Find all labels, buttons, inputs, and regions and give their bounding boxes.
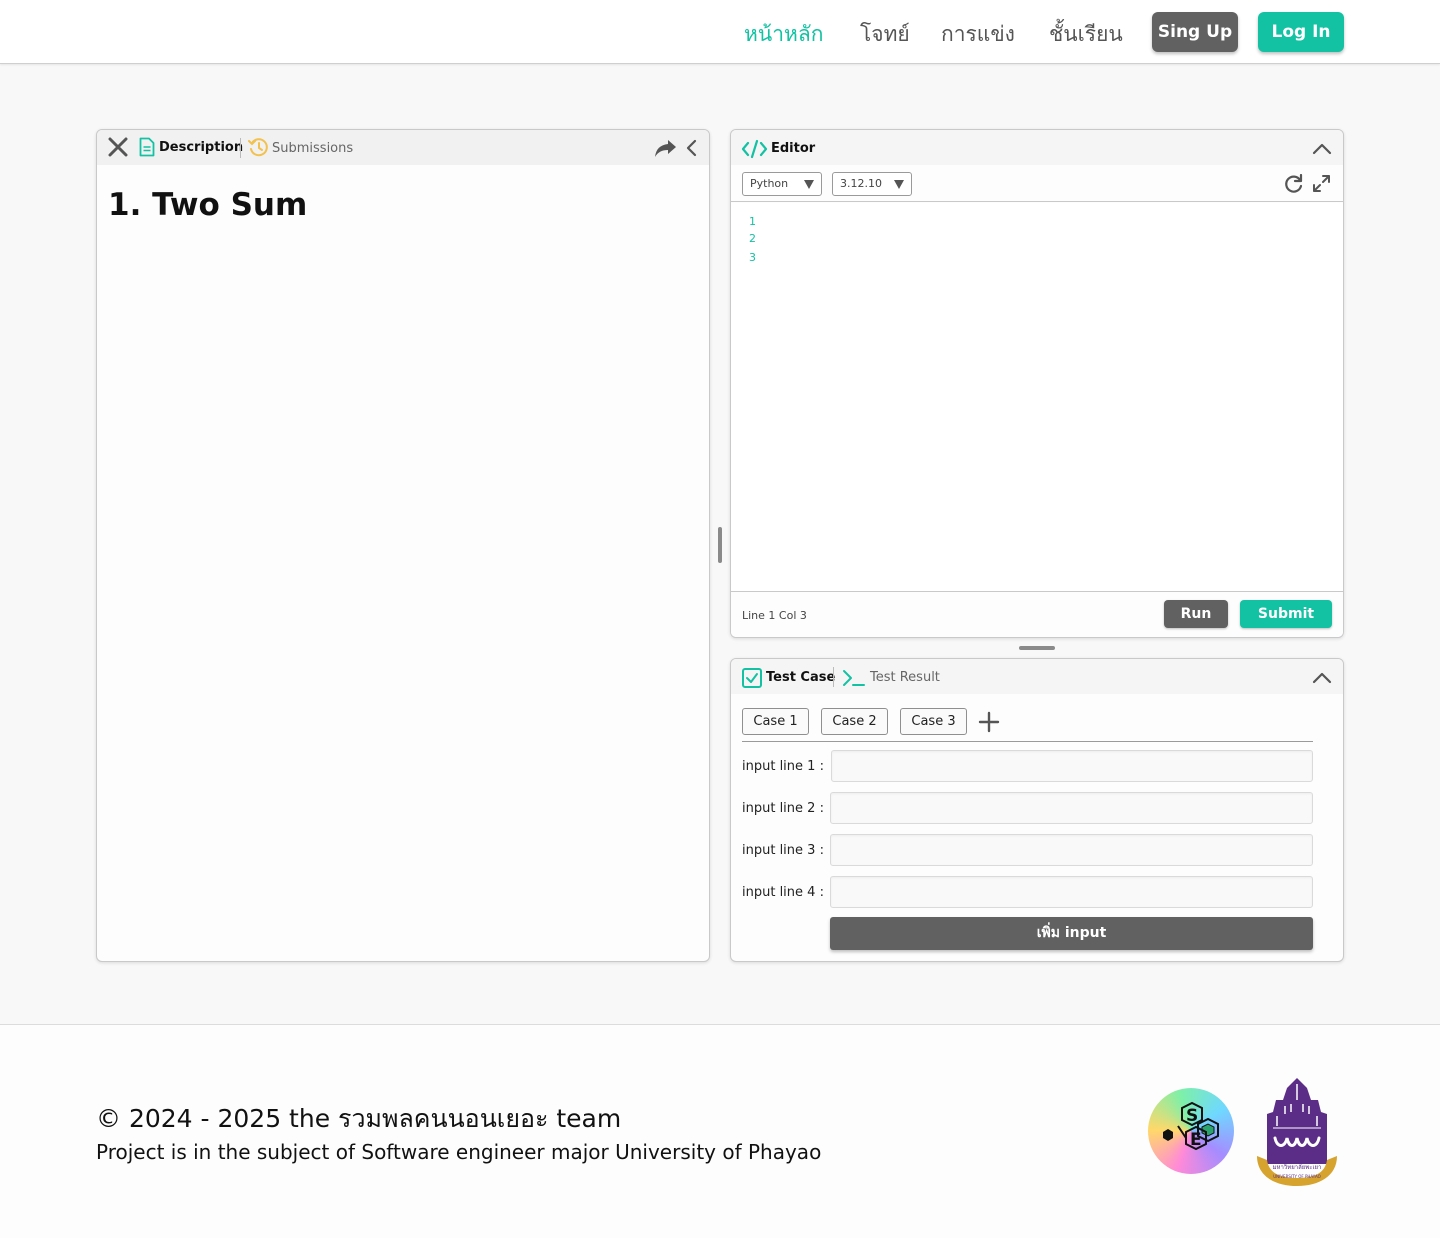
university-logo: มหาวิทยาลัยพะเยา UNIVERSITY OF PHAYAO — [1255, 1076, 1339, 1188]
run-button[interactable]: Run — [1164, 600, 1228, 628]
input-line-label: input line 1 : — [742, 759, 824, 774]
add-case-plus-icon[interactable] — [978, 711, 1000, 733]
code-icon — [741, 139, 768, 159]
document-icon — [139, 137, 155, 157]
testcase-panel: Test Case Test Result Case 1 Case 2 Case… — [730, 658, 1344, 962]
se-logo-letter: S — [1186, 1106, 1199, 1126]
history-icon — [248, 137, 269, 158]
top-navbar: หน้าหลัก โจทย์ การแข่ง ชั้นเรียน Sing Up… — [0, 0, 1440, 64]
page-footer: © 2024 - 2025 the รวมพลคนนอนเยอะ team Pr… — [0, 1024, 1440, 1238]
input-line-field[interactable] — [831, 750, 1313, 782]
line-number: 1 — [749, 215, 756, 228]
tab-submissions[interactable]: Submissions — [272, 141, 353, 156]
chevron-up-icon[interactable] — [1312, 141, 1332, 155]
problem-title: 1. Two Sum — [108, 187, 308, 223]
nav-problems-link[interactable]: โจทย์ — [860, 18, 910, 51]
version-select-value: 3.12.10 — [840, 177, 882, 190]
input-line-label: input line 2 : — [742, 801, 824, 816]
se-logo-letter: E — [1190, 1130, 1202, 1150]
code-area[interactable]: 1 2 3 — [731, 203, 1343, 591]
dropdown-arrow-icon — [894, 180, 904, 189]
expand-icon[interactable] — [1313, 175, 1330, 192]
version-select[interactable]: 3.12.10 — [832, 172, 912, 196]
tab-divider — [240, 138, 241, 158]
submit-button[interactable]: Submit — [1240, 600, 1332, 628]
case-tab-1[interactable]: Case 1 — [742, 708, 809, 735]
close-icon[interactable] — [108, 137, 128, 157]
editor-toolbar: Python 3.12.10 — [731, 165, 1343, 202]
university-logo-subtext: UNIVERSITY OF PHAYAO — [1273, 1174, 1321, 1179]
problem-panel: Description Submissions 1. Two Sum — [96, 129, 710, 962]
problem-panel-header: Description Submissions — [97, 130, 709, 165]
add-input-button[interactable]: เพิ่ม input — [830, 917, 1313, 950]
editor-footer: Line 1 Col 3 Run Submit — [731, 591, 1343, 637]
signup-button[interactable]: Sing Up — [1152, 12, 1238, 52]
nav-home-link[interactable]: หน้าหลัก — [744, 18, 823, 51]
tab-divider — [833, 667, 834, 687]
se-logo: S E — [1148, 1088, 1234, 1174]
reset-icon[interactable] — [1284, 173, 1304, 194]
line-number: 3 — [749, 251, 756, 264]
editor-panel-header: Editor — [731, 130, 1343, 165]
horizontal-resize-handle[interactable] — [1019, 646, 1055, 650]
language-select-value: Python — [750, 177, 789, 190]
dropdown-arrow-icon — [804, 180, 814, 189]
nav-contest-link[interactable]: การแข่ง — [941, 18, 1015, 51]
case-tab-3[interactable]: Case 3 — [900, 708, 967, 735]
case-divider — [742, 741, 1313, 742]
testcase-panel-header: Test Case Test Result — [731, 659, 1343, 694]
line-number: 2 — [749, 232, 756, 245]
tab-test-case[interactable]: Test Case — [766, 670, 835, 685]
cursor-position-status: Line 1 Col 3 — [742, 609, 807, 622]
case-tab-2[interactable]: Case 2 — [821, 708, 888, 735]
editor-title: Editor — [771, 141, 816, 156]
university-logo-text: มหาวิทยาลัยพะเยา — [1272, 1164, 1322, 1171]
terminal-icon — [842, 668, 866, 688]
login-button[interactable]: Log In — [1258, 12, 1344, 52]
editor-panel: Editor Python 3.12.10 1 2 3 Line 1 Col 3… — [730, 129, 1344, 638]
input-line-field[interactable] — [830, 876, 1313, 908]
input-line-label: input line 3 : — [742, 843, 824, 858]
footer-subtitle: Project is in the subject of Software en… — [96, 1140, 822, 1164]
tab-description[interactable]: Description — [159, 140, 243, 155]
chevron-up-icon[interactable] — [1312, 670, 1332, 684]
share-icon[interactable] — [654, 138, 678, 158]
checkbox-check-icon — [742, 668, 762, 688]
footer-copyright: © 2024 - 2025 the รวมพลคนนอนเยอะ team — [96, 1104, 622, 1133]
input-line-label: input line 4 : — [742, 885, 824, 900]
nav-classroom-link[interactable]: ชั้นเรียน — [1049, 18, 1123, 51]
input-line-field[interactable] — [830, 792, 1313, 824]
input-line-field[interactable] — [830, 834, 1313, 866]
language-select[interactable]: Python — [742, 172, 822, 196]
collapse-left-icon[interactable] — [685, 139, 697, 157]
vertical-resize-handle[interactable] — [718, 527, 722, 563]
tab-test-result[interactable]: Test Result — [870, 670, 940, 685]
